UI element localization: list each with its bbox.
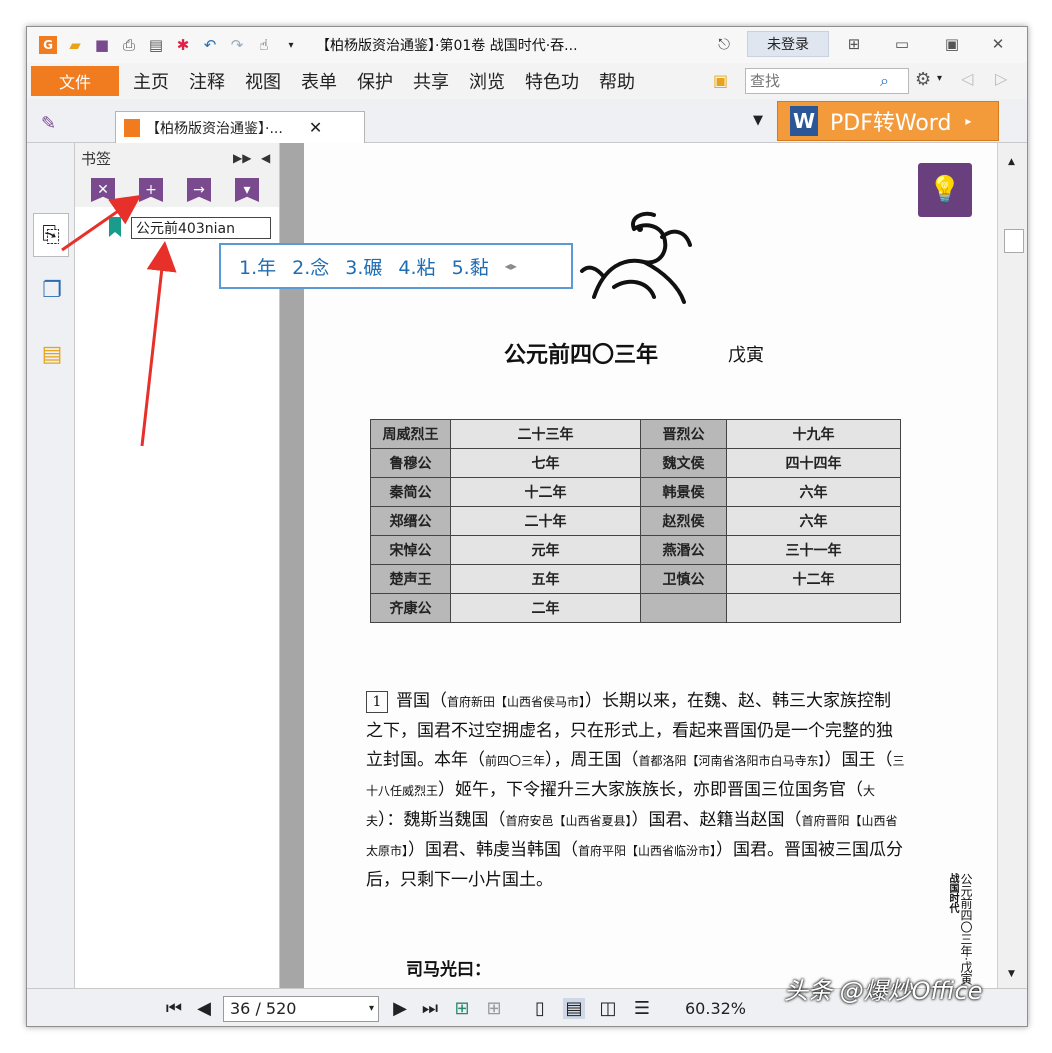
annotation-arrows [61,194,177,447]
